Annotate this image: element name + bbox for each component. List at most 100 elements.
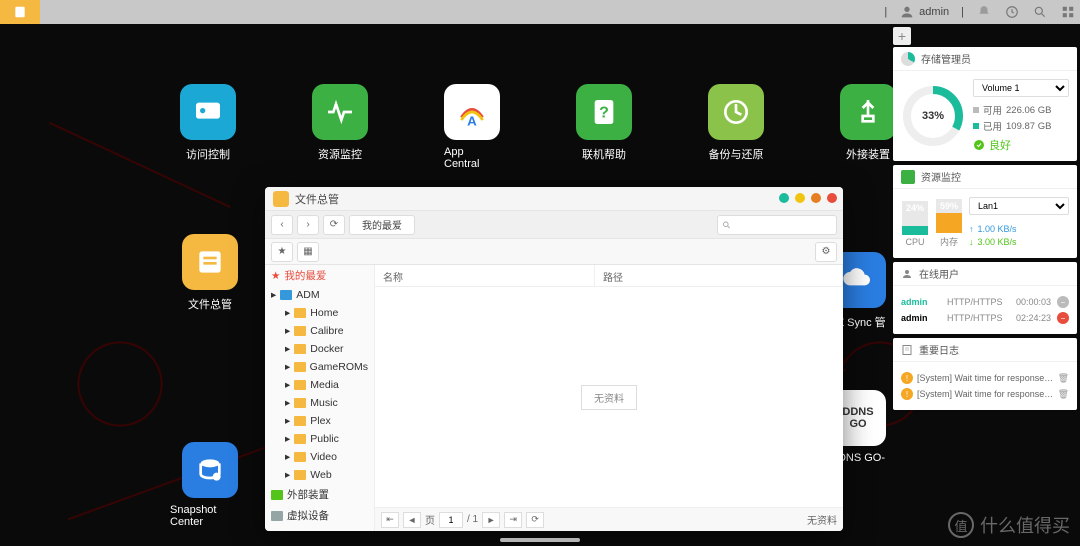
log-icon — [901, 344, 913, 356]
widget-title: 存储管理员 — [921, 51, 971, 66]
tree-folder[interactable]: ▸ Web — [265, 466, 374, 484]
tree-external[interactable]: 外部装置 — [265, 484, 374, 505]
net-download: ↓3.00 KB/s — [969, 237, 1069, 247]
log-row: ![System] Wait time for response excee…🗑 — [901, 386, 1069, 402]
user-menu[interactable]: admin — [899, 4, 949, 20]
app-resource-monitor[interactable]: 资源监控 — [312, 84, 368, 170]
notification-icon[interactable] — [976, 4, 992, 20]
app-snapshot-center[interactable]: Snapshot Center — [170, 442, 250, 528]
page-input[interactable] — [439, 512, 463, 528]
toolbar: ‹ › ⟳ 我的最爱 — [265, 211, 843, 239]
page-last-button[interactable]: ⇥ — [504, 512, 522, 528]
storage-percent: 33% — [901, 84, 965, 148]
watermark: 值 什么值得买 — [948, 512, 1070, 538]
delete-log-button[interactable]: 🗑 — [1058, 389, 1069, 400]
window-titlebar[interactable]: 文件总管 — [265, 187, 843, 211]
watermark-text: 什么值得买 — [980, 512, 1070, 538]
storage-icon — [901, 52, 915, 66]
app-label: Snapshot Center — [170, 504, 250, 528]
watermark-icon: 值 — [948, 512, 974, 538]
view-mode-button[interactable]: ▦ — [297, 242, 319, 262]
cpu-gauge: 24% CPU — [901, 201, 929, 247]
storage-donut: 33% — [901, 84, 965, 148]
app-label: 备份与还原 — [709, 146, 764, 162]
app-online-help[interactable]: ?联机帮助 — [576, 84, 632, 170]
page-prev-button[interactable]: ◄ — [403, 512, 421, 528]
page-next-button[interactable]: ► — [482, 512, 500, 528]
tree-folder[interactable]: ▸ Calibre — [265, 322, 374, 340]
clock-icon[interactable] — [1004, 4, 1020, 20]
tree-folder[interactable]: ▸ Home — [265, 304, 374, 322]
app-label: 访问控制 — [186, 146, 230, 162]
resmon-widget: 资源监控 24% CPU 59% 内存 Lan1 ↑1.00 KB/s ↓3.0… — [893, 165, 1077, 258]
pagination-bar: ⇤ ◄ 页 / 1 ► ⇥ ⟳ 无资料 — [375, 507, 843, 531]
disconnect-button[interactable]: − — [1057, 296, 1069, 308]
col-path[interactable]: 路径 — [595, 265, 843, 286]
search-icon — [722, 220, 731, 230]
dashboard-icon[interactable] — [1060, 4, 1076, 20]
delete-log-button[interactable]: 🗑 — [1058, 373, 1069, 384]
tree-folder[interactable]: ▸ Video — [265, 448, 374, 466]
tree-folder[interactable]: ▸ Public — [265, 430, 374, 448]
tree-folder[interactable]: ▸ Docker — [265, 340, 374, 358]
settings-button[interactable]: ⚙ — [815, 242, 837, 262]
empty-message: 无资料 — [581, 385, 637, 410]
tree-folder[interactable]: ▸ Media — [265, 376, 374, 394]
col-name[interactable]: 名称 — [375, 265, 595, 286]
app-menu-button[interactable] — [0, 0, 40, 24]
volume-select[interactable]: Volume 1 — [973, 79, 1069, 97]
window-min-button[interactable] — [779, 193, 789, 203]
mem-gauge: 59% 内存 — [935, 199, 963, 248]
app-external-device[interactable]: 外接装置 — [840, 84, 896, 170]
user-row: adminHTTP/HTTPS02:24:23− — [901, 310, 1069, 326]
users-icon — [901, 268, 913, 280]
app-label: 资源监控 — [318, 146, 362, 162]
app-label: App Central — [444, 146, 500, 170]
app-backup-restore[interactable]: 备份与还原 — [708, 84, 764, 170]
divider: | — [884, 6, 887, 18]
logs-widget: 重要日志 ![System] Wait time for response ex… — [893, 338, 1077, 410]
add-widget-button[interactable]: + — [893, 27, 911, 45]
page-first-button[interactable]: ⇤ — [381, 512, 399, 528]
tree-folder[interactable]: ▸ GameROMs — [265, 358, 374, 376]
forward-button[interactable]: › — [297, 215, 319, 235]
app-central[interactable]: A App Central — [444, 84, 500, 170]
page-refresh-button[interactable]: ⟳ — [526, 512, 544, 528]
file-manager-window: 文件总管 ‹ › ⟳ 我的最爱 ★ ▦ ⚙ ★ 我的最爱 ▸ ADM ▸ Hom… — [265, 187, 843, 531]
sidebar-tree: ★ 我的最爱 ▸ ADM ▸ Home▸ Calibre▸ Docker▸ Ga… — [265, 265, 375, 531]
footer-status: 无资料 — [807, 512, 837, 527]
users-widget: 在线用户 adminHTTP/HTTPS00:00:03−adminHTTP/H… — [893, 262, 1077, 334]
tree-folder[interactable]: ▸ Plex — [265, 412, 374, 430]
app-access-control[interactable]: 访问控制 — [180, 84, 236, 170]
breadcrumb[interactable]: 我的最爱 — [349, 215, 415, 235]
resmon-icon — [901, 170, 915, 184]
page-total: / 1 — [467, 514, 478, 525]
user-icon — [899, 4, 915, 20]
back-button[interactable]: ‹ — [271, 215, 293, 235]
svg-text:A: A — [467, 113, 477, 128]
tree-adm[interactable]: ▸ ADM — [265, 286, 374, 304]
page-label: 页 — [425, 512, 435, 527]
lan-select[interactable]: Lan1 — [969, 197, 1069, 215]
window-max-button[interactable] — [795, 193, 805, 203]
tree-folder[interactable]: ▸ Music — [265, 394, 374, 412]
storage-widget: 存储管理员 33% Volume 1 可用 226.06 GB 已用 109.8… — [893, 47, 1077, 161]
svg-text:?: ? — [599, 104, 609, 121]
divider: | — [961, 6, 964, 18]
app-file-manager[interactable]: 文件总管 — [170, 234, 250, 312]
disconnect-button[interactable]: − — [1057, 312, 1069, 324]
window-fullscreen-button[interactable] — [811, 193, 821, 203]
toolbar-secondary: ★ ▦ ⚙ — [265, 239, 843, 265]
tree-favorites[interactable]: ★ 我的最爱 — [265, 265, 374, 286]
search-input[interactable] — [731, 219, 832, 230]
refresh-button[interactable]: ⟳ — [323, 215, 345, 235]
search-icon[interactable] — [1032, 4, 1048, 20]
user-name: admin — [919, 6, 949, 18]
app-label: 文件总管 — [188, 296, 232, 312]
tile-text: DDNS — [842, 406, 873, 418]
widget-title: 重要日志 — [919, 342, 959, 357]
star-button[interactable]: ★ — [271, 242, 293, 262]
window-close-button[interactable] — [827, 193, 837, 203]
tree-virtual[interactable]: 虚拟设备 — [265, 505, 374, 526]
search-field[interactable] — [717, 215, 837, 235]
